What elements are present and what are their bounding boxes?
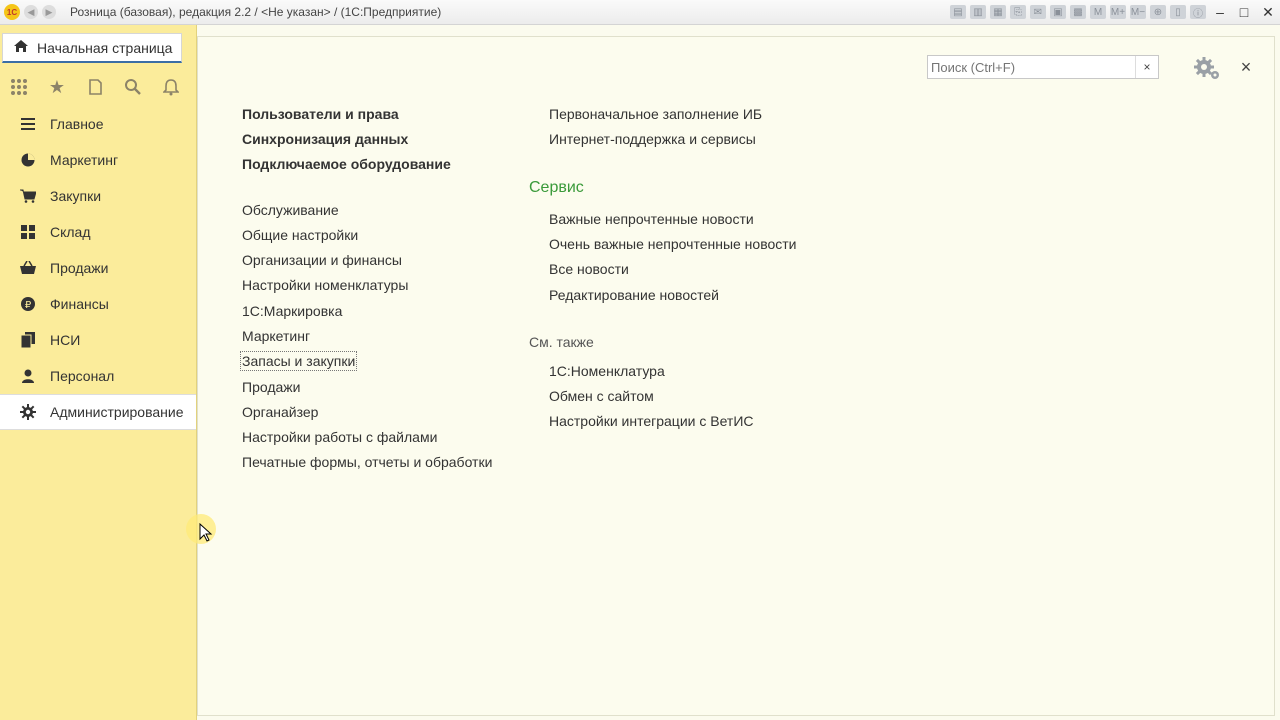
section-finance[interactable]: ₽ Финансы — [0, 286, 196, 322]
mail-icon[interactable]: ✉ — [1030, 5, 1046, 19]
section-marketing[interactable]: Маркетинг — [0, 142, 196, 178]
ruble-coin-icon: ₽ — [18, 297, 38, 311]
section-label: Продажи — [50, 260, 109, 276]
pie-chart-icon — [18, 153, 38, 167]
titlebar-toolbar: ▤ ▥ ▦ ⎘ ✉ ▣ ▩ M M+ M− ⊕ ▯ ⓘ – □ ✕ — [948, 0, 1280, 24]
link-connected-equipment[interactable]: Подключаемое оборудование — [242, 156, 451, 172]
link-nomenclature-settings[interactable]: Настройки номенклатуры — [242, 277, 408, 293]
link-print-forms-reports[interactable]: Печатные формы, отчеты и обработки — [242, 454, 492, 470]
section-warehouse[interactable]: Склад — [0, 214, 196, 250]
section-personnel[interactable]: Персонал — [0, 358, 196, 394]
calculator-icon[interactable]: ▣ — [1050, 5, 1066, 19]
link-important-unread-news[interactable]: Важные непрочтенные новости — [549, 211, 754, 227]
section-sales[interactable]: Продажи — [0, 250, 196, 286]
link-marketing[interactable]: Маркетинг — [242, 328, 310, 344]
section-main[interactable]: Главное — [0, 106, 196, 142]
link-1c-marking[interactable]: 1С:Маркировка — [242, 303, 342, 319]
bell-icon[interactable] — [158, 74, 184, 100]
link-initial-fill[interactable]: Первоначальное заполнение ИБ — [549, 106, 762, 122]
minimize-icon[interactable]: – — [1211, 4, 1229, 20]
home-page-tab[interactable]: Начальная страница — [2, 33, 182, 63]
link-all-news[interactable]: Все новости — [549, 261, 629, 277]
menu-lines-icon — [18, 118, 38, 130]
search-box: × — [927, 55, 1159, 79]
apps-grid-icon[interactable] — [6, 74, 32, 100]
section-nsi[interactable]: НСИ — [0, 322, 196, 358]
calendar-icon[interactable]: ▩ — [1070, 5, 1086, 19]
search-input[interactable] — [928, 56, 1134, 78]
group-heading-service: Сервис — [529, 179, 584, 196]
back-arrow-icon[interactable]: ◀ — [24, 5, 38, 19]
section-label: Администрирование — [50, 404, 184, 420]
link-users-and-rights[interactable]: Пользователи и права — [242, 106, 399, 122]
clear-search-icon[interactable]: × — [1135, 56, 1158, 78]
link-file-settings[interactable]: Настройки работы с файлами — [242, 429, 437, 445]
panels-icon[interactable]: ▯ — [1170, 5, 1186, 19]
gear-icon — [18, 404, 38, 420]
memory-plus-icon[interactable]: M+ — [1110, 5, 1126, 19]
link-vetis-integration[interactable]: Настройки интеграции с ВетИС — [549, 413, 754, 429]
quick-access-bar: ★ — [0, 69, 196, 105]
documents-icon — [18, 332, 38, 348]
section-label: Финансы — [50, 296, 109, 312]
star-icon[interactable]: ★ — [44, 74, 70, 100]
history-icon[interactable] — [82, 74, 108, 100]
group-heading-see-also: См. также — [529, 334, 594, 350]
info-icon[interactable]: ⓘ — [1190, 5, 1206, 20]
link-stocks-purchases[interactable]: Запасы и закупки — [239, 351, 358, 371]
link-organizations-finance[interactable]: Организации и финансы — [242, 252, 402, 268]
section-administration[interactable]: Администрирование — [0, 394, 196, 430]
warehouse-grid-icon — [18, 225, 38, 239]
app-logo: 1С — [4, 4, 20, 20]
svg-text:₽: ₽ — [25, 300, 32, 311]
section-label: Главное — [50, 116, 104, 132]
sections-panel: Начальная страница ★ Главное Маркетинг З… — [0, 25, 197, 720]
link-general-settings[interactable]: Общие настройки — [242, 227, 358, 243]
search-icon[interactable] — [120, 74, 146, 100]
close-panel-icon[interactable]: × — [1236, 56, 1256, 78]
settings-gear-icon[interactable] — [1192, 54, 1222, 82]
link-data-sync[interactable]: Синхронизация данных — [242, 131, 408, 147]
memory-icon[interactable]: M — [1090, 5, 1106, 19]
link-site-exchange[interactable]: Обмен с сайтом — [549, 388, 654, 404]
link-organizer[interactable]: Органайзер — [242, 404, 318, 420]
home-icon — [13, 39, 29, 56]
link-icon[interactable]: ⎘ — [1010, 5, 1026, 19]
section-label: НСИ — [50, 332, 81, 348]
memory-minus-icon[interactable]: M− — [1130, 5, 1146, 19]
zoom-icon[interactable]: ⊕ — [1150, 5, 1166, 19]
save-icon[interactable]: ▤ — [950, 5, 966, 19]
admin-section-panel: × × Пользователи и права Синхронизация д… — [197, 36, 1275, 716]
section-label: Маркетинг — [50, 152, 119, 168]
forward-arrow-icon[interactable]: ▶ — [42, 5, 56, 19]
section-label: Персонал — [50, 368, 115, 384]
section-purchases[interactable]: Закупки — [0, 178, 196, 214]
link-maintenance[interactable]: Обслуживание — [242, 202, 339, 218]
person-icon — [18, 369, 38, 383]
window-title: Розница (базовая), редакция 2.2 / <Не ук… — [70, 5, 442, 19]
cart-icon — [18, 189, 38, 203]
section-label: Склад — [50, 224, 91, 240]
link-sales[interactable]: Продажи — [242, 379, 300, 395]
link-internet-support[interactable]: Интернет-поддержка и сервисы — [549, 131, 756, 147]
link-1c-nomenclature[interactable]: 1С:Номенклатура — [549, 363, 665, 379]
preview-icon[interactable]: ▦ — [990, 5, 1006, 19]
home-page-label: Начальная страница — [37, 39, 173, 56]
link-edit-news[interactable]: Редактирование новостей — [549, 287, 719, 303]
maximize-icon[interactable]: □ — [1235, 4, 1253, 20]
link-very-important-unread-news[interactable]: Очень важные непрочтенные новости — [549, 236, 797, 252]
window-titlebar: 1С ◀ ▶ Розница (базовая), редакция 2.2 /… — [0, 0, 1280, 25]
print-icon[interactable]: ▥ — [970, 5, 986, 19]
window-close-icon[interactable]: ✕ — [1259, 4, 1277, 21]
sections-list: Главное Маркетинг Закупки Склад Продажи — [0, 106, 196, 430]
section-label: Закупки — [50, 188, 102, 204]
basket-icon — [18, 261, 38, 275]
mouse-cursor-icon — [199, 523, 213, 542]
